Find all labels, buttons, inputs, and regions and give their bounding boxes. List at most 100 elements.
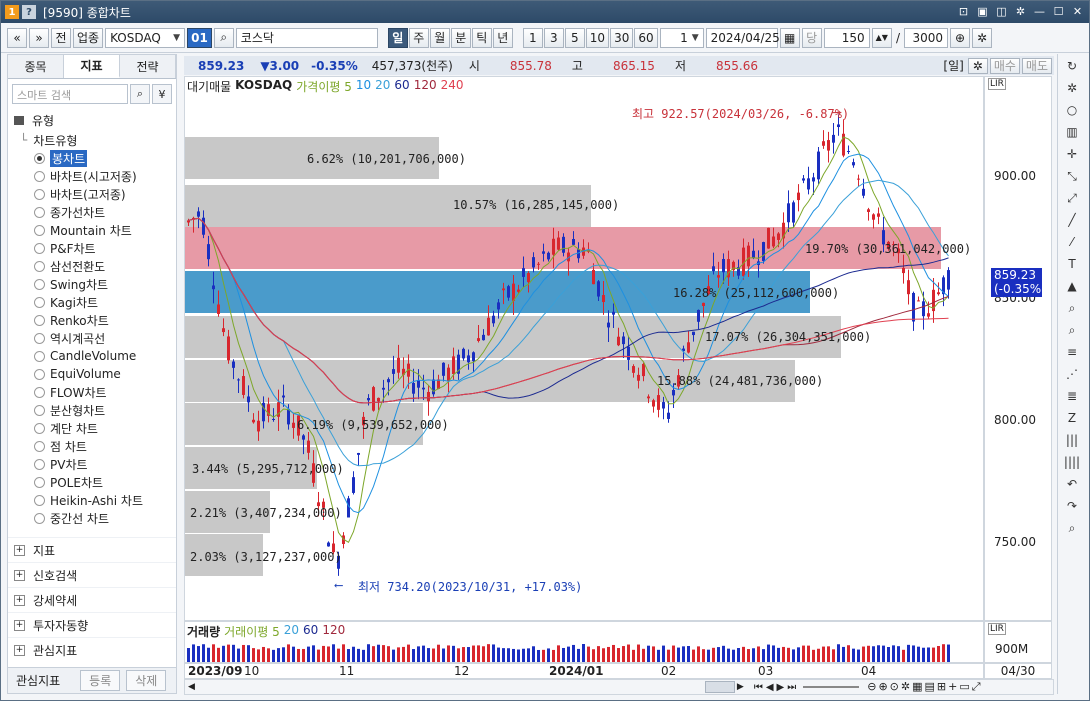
period-tick[interactable]: 틱: [471, 27, 492, 48]
chevron-down-icon[interactable]: ¥: [152, 84, 172, 104]
vlegend-volume[interactable]: 거래량: [187, 623, 220, 640]
tab-indicators[interactable]: 지표: [64, 55, 120, 78]
settings-icon[interactable]: ▣: [975, 4, 990, 19]
radio-icon[interactable]: [34, 188, 45, 200]
refresh-icon[interactable]: ↻: [1061, 56, 1083, 76]
price-chart[interactable]: 6.62% (10,201,706,000) 10.57% (16,285,145…: [184, 76, 984, 621]
group-strength[interactable]: + 강세약세: [8, 587, 176, 612]
radio-icon[interactable]: [34, 206, 45, 218]
chart-type-item[interactable]: 중간선 차트: [14, 509, 176, 527]
period-day[interactable]: 일: [387, 27, 408, 48]
group-signal-search[interactable]: + 신호검색: [8, 562, 176, 587]
tab-strategy[interactable]: 전략: [120, 55, 176, 78]
scroll-left-icon[interactable]: ◀: [188, 682, 195, 692]
undo-icon[interactable]: ↶: [1061, 474, 1083, 494]
radio-icon[interactable]: [34, 404, 45, 416]
code-box[interactable]: 01: [187, 27, 212, 48]
interval-60[interactable]: 60: [634, 27, 658, 48]
chart-type-item[interactable]: 삼선전환도: [14, 257, 176, 275]
radio-icon[interactable]: [34, 494, 45, 506]
legend-ma10[interactable]: 10: [356, 78, 371, 95]
group-favorites[interactable]: + 관심지표: [8, 637, 176, 662]
config-icon[interactable]: ✲: [972, 27, 992, 48]
period-week[interactable]: 주: [408, 27, 429, 48]
ray-icon[interactable]: ⤢: [1061, 188, 1083, 208]
gear-icon[interactable]: ✲: [1061, 78, 1083, 98]
maximize-icon[interactable]: ☐: [1051, 4, 1066, 19]
list-icon[interactable]: ≡: [1061, 342, 1083, 362]
chart-type-item[interactable]: Heikin-Ashi 차트: [14, 491, 176, 509]
gear-icon[interactable]: ✲: [967, 57, 988, 74]
trend-icon[interactable]: ⤡: [1061, 166, 1083, 186]
group-investor-trend[interactable]: + 투자자동향: [8, 612, 176, 637]
radio-icon[interactable]: [34, 170, 45, 182]
bar-chart-icon[interactable]: ▥: [1061, 122, 1083, 142]
chart-type-item[interactable]: 분산형차트: [14, 401, 176, 419]
interval-10[interactable]: 10: [585, 27, 610, 48]
minimize-icon[interactable]: —: [1032, 4, 1047, 19]
lir-badge[interactable]: LIR: [988, 78, 1006, 90]
interval-3[interactable]: 3: [543, 27, 564, 48]
tree-root[interactable]: 유형: [14, 109, 176, 131]
chart-type-item[interactable]: Renko차트: [14, 311, 176, 329]
stock-name-field[interactable]: 코스닥: [235, 27, 378, 48]
legend-ma60[interactable]: 60: [394, 78, 409, 95]
legend-ma120[interactable]: 120: [414, 78, 437, 95]
chart-type-item[interactable]: 바차트(고저종): [14, 185, 176, 203]
link-icon[interactable]: ⊡: [956, 4, 971, 19]
auto-line-icon[interactable]: ⁄: [1061, 232, 1083, 252]
radio-icon[interactable]: [34, 332, 45, 344]
register-button[interactable]: 등록: [80, 670, 121, 691]
date-field[interactable]: 2024/04/25: [705, 27, 780, 48]
nav-next-button[interactable]: »: [29, 27, 49, 48]
chart-type-item[interactable]: EquiVolume: [14, 365, 176, 383]
count-select[interactable]: 1 ▼: [659, 27, 704, 48]
chart-type-item[interactable]: CandleVolume: [14, 347, 176, 365]
radio-icon[interactable]: [34, 314, 45, 326]
max-count-field[interactable]: 3000: [904, 27, 948, 48]
chart-type-item[interactable]: FLOW차트: [14, 383, 176, 401]
interval-30[interactable]: 30: [610, 27, 634, 48]
interval-1[interactable]: 1: [522, 27, 543, 48]
alert-icon[interactable]: ▲: [1061, 276, 1083, 296]
radio-icon[interactable]: [34, 152, 45, 164]
zoom-icon[interactable]: ⊕: [950, 27, 970, 48]
zoom-slider[interactable]: [803, 686, 860, 688]
radio-icon[interactable]: [34, 296, 45, 308]
radio-icon[interactable]: [34, 278, 45, 290]
magnifier-icon[interactable]: ⌕: [1061, 518, 1083, 538]
period-month[interactable]: 월: [429, 27, 450, 48]
bars-icon[interactable]: |||: [1061, 430, 1083, 450]
buy-button[interactable]: 매수: [989, 57, 1020, 74]
stepper-icon[interactable]: ▲▼: [871, 27, 892, 48]
chart-type-item[interactable]: 점 차트: [14, 437, 176, 455]
channel-icon[interactable]: ⋰: [1061, 364, 1083, 384]
vlegend-ma5[interactable]: 거래이평 5: [224, 623, 280, 640]
gear-icon[interactable]: ✲: [1013, 4, 1028, 19]
columns-icon[interactable]: ||||: [1061, 452, 1083, 472]
legend-kosdaq[interactable]: KOSDAQ: [235, 78, 292, 95]
radio-icon[interactable]: [34, 260, 45, 272]
chart-type-item[interactable]: 종가선차트: [14, 203, 176, 221]
chart-type-item[interactable]: P&F차트: [14, 239, 176, 257]
legend-ma5[interactable]: 가격이평 5: [296, 78, 352, 95]
chart-scrollbar[interactable]: ◀ ▶ ⏮◀▶⏭ ⊖⊕⊙✲▦▤⊞+▭⤢: [184, 679, 1054, 695]
scroll-right-icon[interactable]: ▶: [737, 682, 744, 692]
chart-type-item[interactable]: Kagi차트: [14, 293, 176, 311]
sell-button[interactable]: 매도: [1021, 57, 1052, 74]
radio-icon[interactable]: [34, 224, 45, 236]
chart-type-item[interactable]: Mountain 차트: [14, 221, 176, 239]
help-badge[interactable]: ?: [22, 5, 36, 19]
playback-icons[interactable]: ⏮◀▶⏭: [754, 682, 799, 693]
interval-5[interactable]: 5: [564, 27, 585, 48]
tab-stocks[interactable]: 종목: [8, 55, 64, 78]
radio-icon[interactable]: [34, 242, 45, 254]
current-button[interactable]: 당: [801, 27, 822, 48]
vlegend-ma60[interactable]: 60: [303, 623, 318, 640]
nav-prev-button[interactable]: «: [7, 27, 27, 48]
scroll-thumb[interactable]: [704, 681, 735, 693]
vol-lir-badge[interactable]: LIR: [988, 623, 1006, 635]
radio-icon[interactable]: [34, 512, 45, 524]
legend-ma240[interactable]: 240: [441, 78, 464, 95]
chart-type-item[interactable]: 역시계곡선: [14, 329, 176, 347]
